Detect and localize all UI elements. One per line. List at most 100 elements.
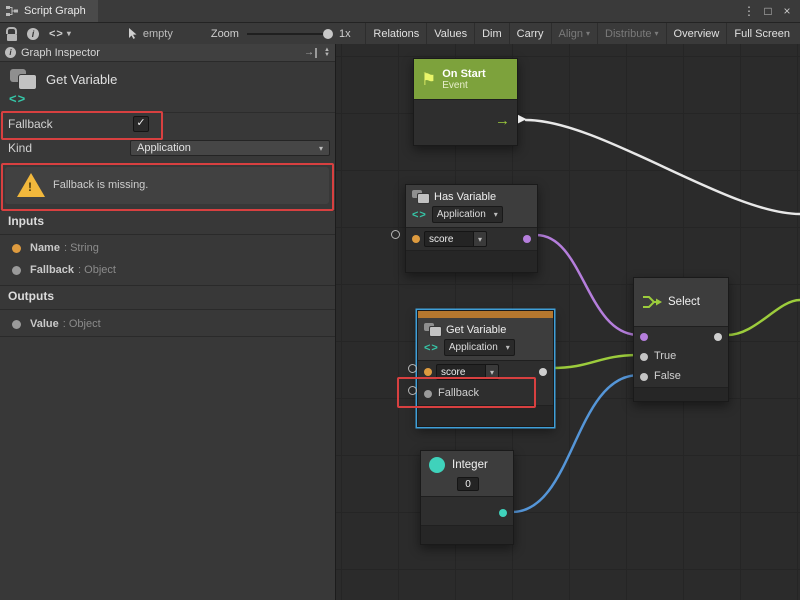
zoom-slider[interactable] (247, 27, 333, 41)
selection-status: empty (143, 28, 173, 40)
field-value: 0 (465, 479, 471, 490)
zoom-value: 1x (339, 28, 351, 40)
dock-icon[interactable]: → (304, 48, 317, 58)
node-integer[interactable]: Integer 0 (420, 450, 514, 545)
io-name: Value (30, 318, 59, 330)
kind-field-row: Kind Application ▾ (0, 140, 335, 158)
align-label: Align (559, 28, 583, 40)
toolbar-button-dim[interactable]: Dim (474, 23, 509, 44)
warning-strip (418, 311, 553, 318)
io-type: : Object (78, 264, 116, 276)
toolbar-button-align[interactable]: Align ▾ (551, 23, 597, 44)
tab-title: Script Graph (24, 5, 86, 17)
window-controls: ⋮ □ × (741, 0, 800, 22)
flag-icon: ⚑ (421, 71, 436, 88)
window-menu-icon[interactable]: ⋮ (741, 1, 757, 21)
node-subtitle: Event (442, 80, 485, 91)
chevron-down-icon: ▾ (506, 343, 510, 352)
zoom-slider-track[interactable] (247, 33, 333, 35)
name-field[interactable]: score (436, 364, 486, 380)
object-port-dot (12, 266, 21, 275)
kind-value: Application (137, 142, 191, 154)
name-input-port[interactable] (424, 368, 432, 376)
divider (0, 309, 335, 310)
chevron-down-icon: ▾ (478, 235, 482, 244)
node-on-start[interactable]: ⚑ On Start Event → (413, 58, 518, 146)
lock-body (7, 34, 17, 41)
tab-script-graph[interactable]: Script Graph (0, 0, 98, 22)
checkmark-icon: ✓ (136, 117, 145, 129)
toolbar: i <> ▾ empty Zoom 1x Relations Values Di… (0, 23, 800, 45)
inputs-header: Inputs (8, 214, 44, 228)
condition-input-port[interactable] (640, 333, 648, 341)
bool-output-port[interactable] (523, 235, 531, 243)
outputs-header: Outputs (8, 289, 54, 303)
inspector-header: i Graph Inspector → ▲▼ (0, 44, 335, 62)
zoom-slider-knob[interactable] (323, 29, 333, 39)
field-dropdown[interactable]: ▾ (474, 231, 487, 247)
io-name: Name (30, 242, 60, 254)
warning-icon: ! (17, 173, 45, 197)
control-output-port[interactable]: → (495, 112, 510, 129)
node-footer (418, 405, 553, 426)
true-input-port[interactable] (640, 353, 648, 361)
node-select[interactable]: Select True False (633, 277, 729, 402)
node-get-variable[interactable]: Get Variable <> Application ▾ score ▾ Fa… (417, 310, 554, 427)
node-title: Select (668, 296, 700, 308)
chevron-down-icon: ▾ (67, 29, 72, 38)
distribute-label: Distribute (605, 28, 651, 40)
unconnected-port[interactable] (391, 230, 400, 239)
variable-kind-dropdown[interactable]: Application ▾ (444, 339, 515, 356)
code-preview-icon[interactable]: <> ▾ (49, 28, 72, 40)
divider (0, 234, 335, 235)
fallback-input-port[interactable] (424, 390, 432, 398)
field-dropdown[interactable]: ▾ (486, 364, 499, 380)
output-row-value: Value : Object (0, 314, 335, 334)
selection-output-port[interactable] (714, 333, 722, 341)
toolbar-buttons: Relations Values Dim Carry Align ▾ Distr… (365, 23, 800, 44)
toolbar-button-relations[interactable]: Relations (365, 23, 426, 44)
chevron-down-icon: ▾ (490, 368, 494, 377)
wire-select-output[interactable] (727, 300, 800, 335)
info-icon: i (5, 47, 16, 58)
node-footer (406, 250, 537, 272)
divider (0, 285, 335, 286)
variable-kind-dropdown[interactable]: Application ▾ (432, 206, 503, 223)
close-icon[interactable]: × (779, 1, 795, 21)
io-type: : String (64, 242, 99, 254)
scroll-arrows-icon[interactable]: ▲▼ (324, 48, 330, 58)
fallback-port-label: Fallback (438, 387, 479, 399)
node-footer (421, 525, 513, 544)
code-icon: <> (412, 209, 427, 221)
name-input-port[interactable] (412, 235, 420, 243)
fallback-label: Fallback (8, 117, 53, 131)
titlebar: Script Graph ⋮ □ × (0, 0, 800, 23)
node-has-variable[interactable]: Has Variable <> Application ▾ score ▾ (405, 184, 538, 273)
field-value: score (429, 234, 453, 245)
true-port-label: True (654, 350, 676, 362)
divider (0, 210, 335, 211)
toolbar-button-values[interactable]: Values (426, 23, 474, 44)
unconnected-port[interactable] (408, 364, 417, 373)
toolbar-button-fullscreen[interactable]: Full Screen (726, 23, 800, 44)
info-glyph: i (27, 28, 39, 40)
integer-output-port[interactable] (499, 509, 507, 517)
unconnected-port[interactable] (408, 386, 417, 395)
maximize-icon[interactable]: □ (760, 1, 776, 21)
info-toggle-icon[interactable]: i (27, 28, 39, 40)
value-output-port[interactable] (539, 368, 547, 376)
toolbar-button-distribute[interactable]: Distribute ▾ (597, 23, 665, 44)
false-input-port[interactable] (640, 373, 648, 381)
graph-canvas[interactable]: ⚑ On Start Event → ▶ Has Variable <> App… (336, 44, 800, 600)
name-field[interactable]: score (424, 231, 474, 247)
wire-getvariable-to-select-true[interactable] (552, 355, 639, 368)
toolbar-button-carry[interactable]: Carry (509, 23, 551, 44)
lock-icon[interactable] (6, 27, 17, 41)
code-icon: <> (424, 342, 439, 354)
kind-dropdown[interactable]: Application ▾ (130, 140, 330, 156)
fallback-checkbox[interactable]: ✓ (133, 116, 149, 132)
wire-control-onstart[interactable] (526, 120, 800, 214)
divider (0, 336, 335, 337)
integer-value-field[interactable]: 0 (457, 477, 479, 491)
toolbar-button-overview[interactable]: Overview (666, 23, 727, 44)
